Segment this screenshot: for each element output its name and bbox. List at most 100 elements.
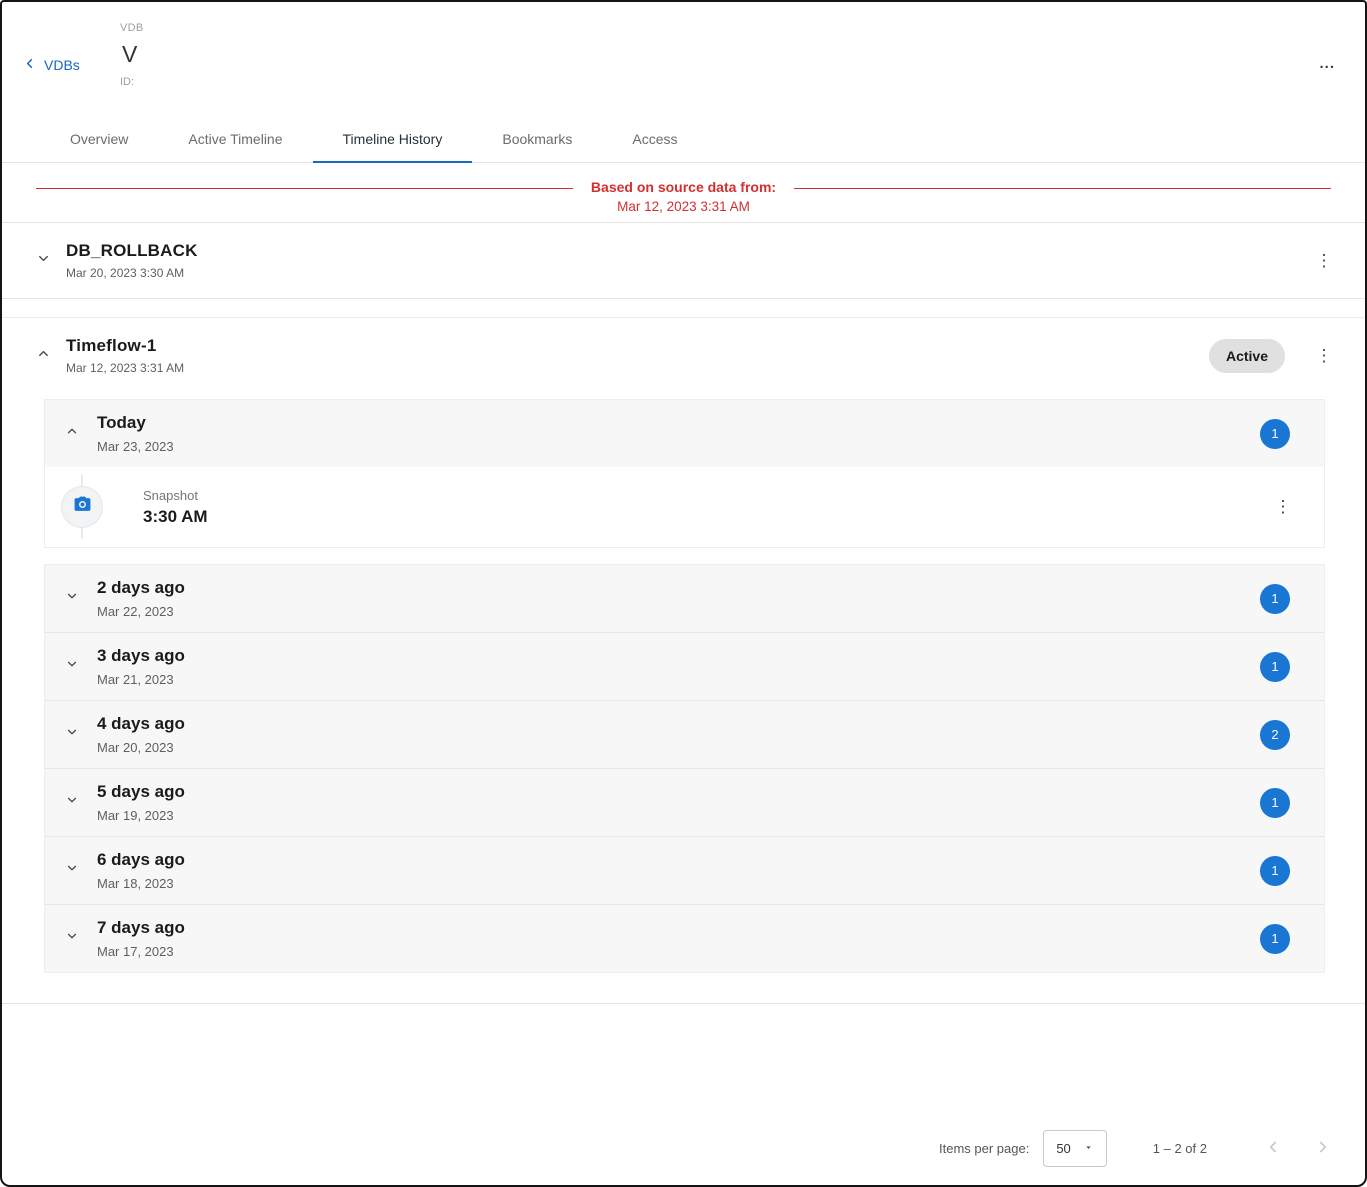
snapshot-row: Snapshot 3:30 AM ⋮ (45, 467, 1324, 547)
timeflow-name: DB_ROLLBACK (66, 241, 198, 261)
pagination-range: 1 – 2 of 2 (1153, 1141, 1207, 1156)
next-page-button[interactable] (1309, 1135, 1337, 1163)
day-group-6-days-ago[interactable]: 6 days ago Mar 18, 2023 1 (45, 836, 1324, 904)
tab-timeline-history[interactable]: Timeline History (313, 116, 473, 162)
day-group-7-days-ago[interactable]: 7 days ago Mar 17, 2023 1 (45, 904, 1324, 972)
expand-day-group-button[interactable] (57, 652, 87, 682)
day-group-info: 2 days ago Mar 22, 2023 (97, 578, 185, 619)
chevron-down-icon (65, 725, 79, 744)
day-group-5-days-ago[interactable]: 5 days ago Mar 19, 2023 1 (45, 768, 1324, 836)
page-title: V (122, 41, 1331, 68)
snapshot-count-badge: 1 (1260, 924, 1290, 954)
expand-day-group-button[interactable] (57, 788, 87, 818)
snapshot-marker (62, 487, 102, 527)
expand-day-group-button[interactable] (57, 924, 87, 954)
banner-rule-left (36, 188, 573, 189)
previous-page-button[interactable] (1259, 1135, 1287, 1163)
day-group-info: Today Mar 23, 2023 (97, 413, 174, 454)
tab-bookmarks[interactable]: Bookmarks (472, 116, 602, 162)
dropdown-arrow-icon (1083, 1141, 1094, 1156)
snapshot-count-badge: 2 (1260, 720, 1290, 750)
timeflow-info: Timeflow-1 Mar 12, 2023 3:31 AM (66, 336, 184, 375)
day-group-label: 5 days ago (97, 782, 185, 802)
chevron-left-icon (22, 56, 37, 74)
snapshot-count-badge: 1 (1260, 652, 1290, 682)
vdb-type-label: VDB (120, 22, 1331, 34)
snapshot-type-label: Snapshot (143, 488, 208, 503)
snapshot-time: 3:30 AM (143, 507, 208, 527)
chevron-left-icon (1264, 1138, 1282, 1159)
timeflow-header: DB_ROLLBACK Mar 20, 2023 3:30 AM ⋮ (0, 223, 1367, 298)
day-group-date: Mar 22, 2023 (97, 604, 185, 619)
day-group-label: 2 days ago (97, 578, 185, 598)
kebab-menu-icon[interactable]: ⋮ (1309, 246, 1339, 276)
chevron-down-icon (65, 929, 79, 948)
kebab-menu-icon[interactable]: ⋮ (1309, 341, 1339, 371)
day-group-label: 6 days ago (97, 850, 185, 870)
collapse-timeflow-button[interactable] (28, 341, 58, 371)
kebab-menu-icon[interactable]: ⋮ (1268, 492, 1298, 522)
day-group-date: Mar 17, 2023 (97, 944, 185, 959)
tab-access[interactable]: Access (602, 116, 707, 162)
timeflow-section-timeflow-1: Timeflow-1 Mar 12, 2023 3:31 AM Active ⋮… (0, 317, 1367, 1004)
back-to-vdbs-link[interactable]: VDBs (22, 56, 80, 74)
day-group-4-days-ago[interactable]: 4 days ago Mar 20, 2023 2 (45, 700, 1324, 768)
day-group-info: 7 days ago Mar 17, 2023 (97, 918, 185, 959)
timeline-rail (45, 475, 119, 539)
banner-rule-right (794, 188, 1331, 189)
vdb-id-label: ID: (120, 76, 1331, 88)
day-group-2-days-ago[interactable]: 2 days ago Mar 22, 2023 1 (45, 565, 1324, 632)
timeflow-name: Timeflow-1 (66, 336, 184, 356)
day-group-date: Mar 19, 2023 (97, 808, 185, 823)
day-group-3-days-ago[interactable]: 3 days ago Mar 21, 2023 1 (45, 632, 1324, 700)
day-group-date: Mar 21, 2023 (97, 672, 185, 687)
page-size-value: 50 (1056, 1141, 1070, 1156)
day-group-label: 4 days ago (97, 714, 185, 734)
timeflow-info: DB_ROLLBACK Mar 20, 2023 3:30 AM (66, 241, 198, 280)
expand-timeflow-button[interactable] (28, 246, 58, 276)
expand-day-group-button[interactable] (57, 856, 87, 886)
day-group-info: 4 days ago Mar 20, 2023 (97, 714, 185, 755)
tab-overview[interactable]: Overview (40, 116, 158, 162)
chevron-down-icon (65, 657, 79, 676)
day-group-date: Mar 20, 2023 (97, 740, 185, 755)
active-status-badge[interactable]: Active (1209, 339, 1285, 373)
timeflow-header: Timeflow-1 Mar 12, 2023 3:31 AM Active ⋮ (0, 318, 1367, 393)
chevron-up-icon (36, 346, 51, 366)
chevron-down-icon (65, 589, 79, 608)
more-options-icon[interactable]: ... (1319, 56, 1335, 71)
timeflow-body: Today Mar 23, 2023 1 (0, 393, 1367, 1003)
timeflow-section-db-rollback: DB_ROLLBACK Mar 20, 2023 3:30 AM ⋮ (0, 223, 1367, 299)
day-group-header[interactable]: Today Mar 23, 2023 1 (45, 400, 1324, 467)
snapshot-count-badge: 1 (1260, 584, 1290, 614)
day-group-date: Mar 23, 2023 (97, 439, 174, 454)
tab-bar: Overview Active Timeline Timeline Histor… (0, 116, 1367, 163)
tab-active-timeline[interactable]: Active Timeline (158, 116, 312, 162)
collapse-day-group-button[interactable] (57, 419, 87, 449)
banner-title: Based on source data from: (591, 179, 776, 195)
timeflow-timestamp: Mar 12, 2023 3:31 AM (66, 361, 184, 375)
chevron-up-icon (65, 424, 79, 443)
page-size-select[interactable]: 50 (1043, 1130, 1106, 1167)
title-block: VDB V ID: (120, 16, 1331, 88)
chevron-down-icon (65, 861, 79, 880)
chevron-down-icon (36, 251, 51, 271)
day-group-label: 7 days ago (97, 918, 185, 938)
day-group-info: 5 days ago Mar 19, 2023 (97, 782, 185, 823)
expand-day-group-button[interactable] (57, 720, 87, 750)
chevron-right-icon (1314, 1138, 1332, 1159)
banner-timestamp: Mar 12, 2023 3:31 AM (591, 199, 776, 214)
day-group-list: 2 days ago Mar 22, 2023 1 3 days ago Mar… (44, 564, 1325, 973)
back-link-label: VDBs (44, 57, 80, 73)
day-group-info: 3 days ago Mar 21, 2023 (97, 646, 185, 687)
timeflow-timestamp: Mar 20, 2023 3:30 AM (66, 266, 198, 280)
snapshot-count-badge: 1 (1260, 788, 1290, 818)
expand-day-group-button[interactable] (57, 584, 87, 614)
day-group-label: Today (97, 413, 174, 433)
day-group-info: 6 days ago Mar 18, 2023 (97, 850, 185, 891)
snapshot-count-badge: 1 (1260, 856, 1290, 886)
banner-text: Based on source data from: Mar 12, 2023 … (573, 179, 794, 214)
chevron-down-icon (65, 793, 79, 812)
camera-icon (73, 495, 92, 519)
page-header: VDBs VDB V ID: ... (0, 0, 1367, 112)
